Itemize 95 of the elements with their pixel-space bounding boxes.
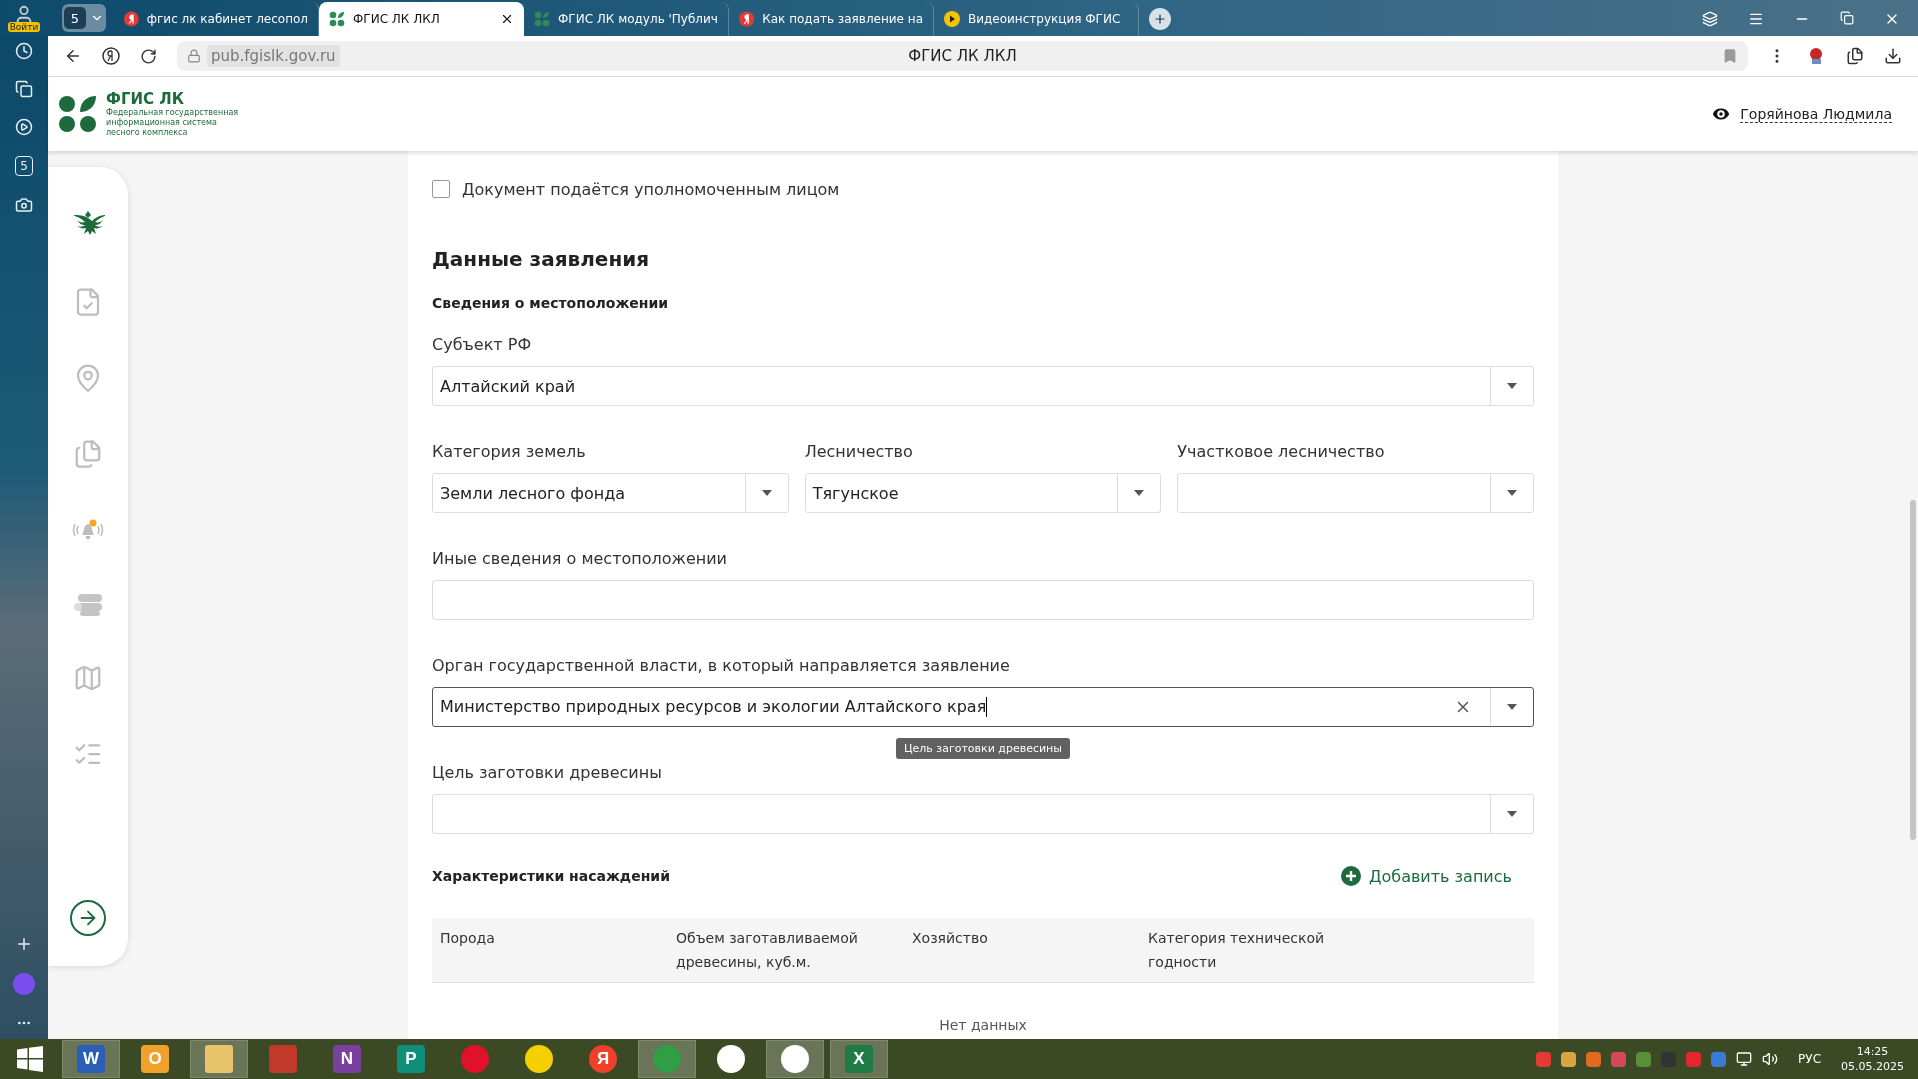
logo-title: ФГИС ЛК	[106, 90, 185, 108]
field-label: Лесничество	[804, 441, 913, 463]
app-icon	[525, 1045, 553, 1073]
dropdown-arrow-icon[interactable]	[761, 490, 772, 496]
taskbar-app-button[interactable]: W	[62, 1040, 120, 1078]
add-icon[interactable]	[15, 935, 33, 953]
menu-icon[interactable]	[1748, 11, 1764, 27]
login-button[interactable]: Войти	[7, 22, 41, 32]
screenshot-icon[interactable]	[15, 196, 33, 214]
download-icon[interactable]	[1884, 47, 1902, 65]
select-field[interactable]	[1177, 473, 1534, 513]
tooltip: Цель заготовки древесины	[896, 738, 1070, 759]
field-label: Категория земель	[432, 441, 586, 463]
plus-circle-icon	[1340, 866, 1361, 886]
restore-icon[interactable]	[1840, 11, 1854, 25]
new-tab-button[interactable]	[1149, 8, 1171, 30]
column-header: Объем заготавливаемой древесины, куб.м.	[675, 929, 859, 972]
taskbar-app-button[interactable]: P	[382, 1040, 440, 1078]
app-icon	[717, 1045, 745, 1073]
dropdown-arrow-icon[interactable]	[1134, 490, 1145, 496]
input-field[interactable]	[432, 580, 1534, 620]
subsection-title: Сведения о местоположении	[432, 295, 670, 311]
taskbar-app-button[interactable]: Я	[574, 1040, 632, 1078]
field-label: Иные сведения о местоположении	[432, 548, 727, 570]
field-label: Субъект РФ	[432, 334, 532, 356]
play-icon[interactable]	[15, 118, 33, 136]
dropdown-arrow-icon[interactable]	[1507, 704, 1517, 710]
logo-icon	[58, 94, 98, 134]
select-field[interactable]: Тягунское	[804, 473, 1162, 513]
tray-icon[interactable]	[1636, 1051, 1652, 1067]
select-field[interactable]: Министерство природных ресурсов и экологии Алтайского края	[432, 687, 1534, 727]
tab-favicon-icon	[534, 11, 550, 27]
app-icon: O	[141, 1045, 169, 1073]
scrollbar[interactable]	[1910, 500, 1916, 840]
field-label: Орган государственной власти, в который направляется заявление	[432, 655, 1010, 677]
reload-icon[interactable]	[140, 47, 157, 65]
network-icon[interactable]	[1736, 1051, 1753, 1067]
history-icon[interactable]	[15, 42, 33, 60]
app-icon: P	[397, 1045, 425, 1073]
yandex-icon[interactable]	[102, 47, 120, 65]
volume-icon[interactable]	[1762, 1051, 1779, 1067]
app-icon	[269, 1045, 297, 1073]
select-field[interactable]: Алтайский край	[432, 366, 1534, 406]
taskbar-app-button[interactable]: X	[830, 1040, 888, 1078]
close-icon[interactable]	[500, 12, 514, 26]
plus-icon	[1153, 12, 1167, 26]
dropdown-arrow-icon[interactable]	[1507, 383, 1517, 389]
tab-favicon-icon	[944, 11, 960, 27]
app-icon: X	[845, 1045, 873, 1073]
app-icon	[653, 1045, 681, 1073]
field-label: Цель заготовки древесины	[432, 762, 662, 784]
select-field[interactable]	[432, 794, 1534, 834]
tabs-icon[interactable]	[1702, 11, 1718, 27]
logo-subtitle: Федеральная государственная	[106, 108, 239, 118]
user-name-link[interactable]: Горяйнова Людмила	[1740, 105, 1892, 123]
logo-subtitle: информационная система	[106, 118, 218, 128]
tray-icon[interactable]	[1561, 1051, 1577, 1067]
section-title: Данные заявления	[432, 247, 651, 271]
checkbox[interactable]	[432, 180, 450, 198]
expand-button[interactable]	[70, 900, 106, 936]
checkbox-label: Документ подаётся уполномоченным лицом	[462, 179, 840, 199]
back-icon[interactable]	[64, 47, 82, 65]
address-bar[interactable]: pub.fgislk.gov.ru ФГИС ЛК ЛКЛ	[177, 41, 1748, 71]
collections-icon[interactable]	[15, 80, 33, 98]
tab-count-badge[interactable]: 5	[15, 156, 33, 176]
page-title: ФГИС ЛК ЛКЛ	[908, 47, 1017, 65]
dropdown-arrow-icon[interactable]	[1507, 490, 1517, 496]
logo-subtitle: лесного комплекса	[106, 128, 189, 138]
add-record-button[interactable]: Добавить запись	[1340, 866, 1534, 886]
column-header: Порода	[439, 929, 496, 948]
column-header: Хозяйство	[911, 929, 989, 948]
empty-message: Нет данных	[938, 1017, 1028, 1034]
tray-icon[interactable]	[1586, 1051, 1602, 1067]
column-header: Категория технической годности	[1147, 929, 1326, 972]
app-icon	[461, 1045, 489, 1073]
language-indicator[interactable]: РУС	[1798, 1052, 1821, 1066]
app-icon: Я	[589, 1045, 617, 1073]
tab-group-button[interactable]: 5	[62, 4, 106, 32]
extensions-icon[interactable]	[1846, 47, 1864, 65]
select-field[interactable]: Земли лесного фонда	[432, 473, 789, 513]
tab-favicon-icon	[124, 11, 139, 27]
tab-favicon-icon	[329, 11, 345, 27]
app-icon	[205, 1045, 233, 1073]
app-icon: N	[333, 1045, 361, 1073]
browser-tab[interactable]: ФГИС ЛК ЛКЛ	[319, 2, 524, 36]
taskbar-app-button[interactable]	[766, 1040, 824, 1078]
clock[interactable]: 14:25 05.05.2025	[1841, 1044, 1904, 1074]
dropdown-arrow-icon[interactable]	[1507, 811, 1517, 817]
table-title: Характеристики насаждений	[432, 868, 670, 884]
tab-favicon-icon	[739, 11, 755, 27]
taskbar-app-button[interactable]: N	[318, 1040, 376, 1078]
field-label: Участковое лесничество	[1177, 441, 1385, 463]
app-icon	[781, 1045, 809, 1073]
app-icon: W	[77, 1045, 105, 1073]
lock-icon	[187, 49, 201, 63]
